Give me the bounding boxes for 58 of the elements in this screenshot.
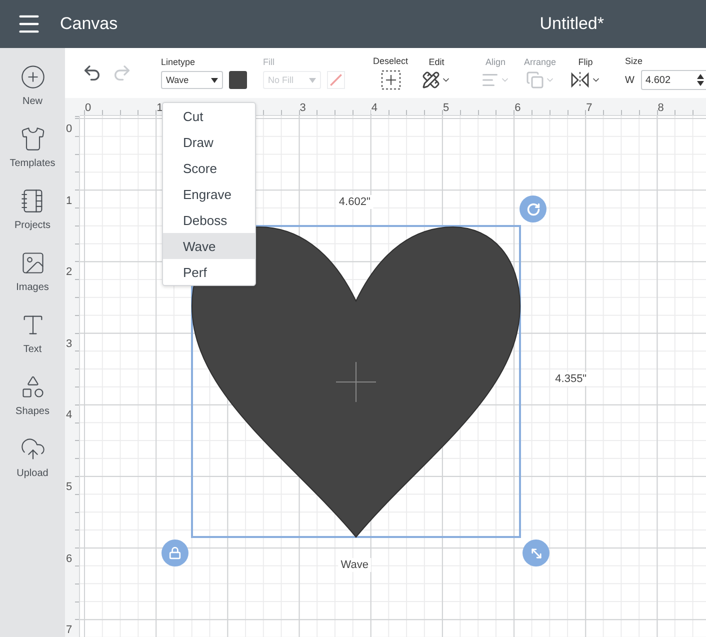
width-label: W [625,74,634,86]
toolbar-button[interactable]: Flip [570,57,602,89]
ruler-label: 6 [514,102,521,114]
caret-icon [309,78,316,82]
shirt-icon [20,126,46,152]
menu-item[interactable]: Score [163,155,255,181]
fill-label: Fill [263,57,276,67]
no-fill-icon [327,71,345,89]
caret-icon [211,78,218,82]
pencil-ruler-icon [422,71,440,89]
toolbar-button[interactable]: Deselect [373,56,408,90]
ruler-label: 0 [66,123,72,135]
document-title: Untitled* [540,14,604,34]
sidebar-item[interactable]: Projects [0,188,65,231]
app-title: Canvas [60,14,118,34]
ruler-label: 3 [300,102,306,114]
ruler-label: 3 [66,338,72,350]
ruler-label: 5 [66,480,72,493]
menu-item[interactable]: Deboss [163,207,255,233]
sidebar-item[interactable]: Upload [0,436,65,479]
plus-circle-icon [20,64,46,90]
sidebar-item[interactable]: Templates [0,126,65,169]
resize-handle[interactable] [522,540,550,566]
arrange-icon [526,71,544,89]
toolbar-button[interactable]: Edit [422,57,452,89]
sidebar-item[interactable]: Images [0,250,65,293]
align-icon [481,71,500,89]
ruler-label: 6 [66,552,72,565]
width-field[interactable]: 4.602 [640,70,706,90]
menu-item[interactable]: Engrave [163,181,255,207]
menu-item[interactable]: Perf [163,259,255,285]
linetype-select[interactable]: Wave [161,71,223,89]
sidebar-item[interactable]: New [0,64,65,107]
lock-handle[interactable] [162,540,188,566]
ruler-label: 5 [442,102,450,114]
line-color-swatch[interactable] [229,71,247,89]
menu-item[interactable]: Cut [163,103,255,129]
cloud-upload-icon [20,436,46,462]
rotate-handle[interactable] [520,196,546,222]
ruler-label: 7 [586,102,592,114]
ruler-label: 1 [156,102,163,114]
width-dimension: 4.602" [336,195,374,210]
ruler-label: 1 [66,194,72,207]
linetype-caption: Wave [338,558,372,572]
shapes-icon [20,374,46,400]
size-label: Size [625,56,644,66]
center-cross-icon [336,362,376,402]
flip-icon [570,71,590,89]
sidebar-item[interactable]: Text [0,312,65,355]
ruler-label: 8 [658,102,664,114]
image-icon [20,250,46,276]
deselect-icon [380,70,400,90]
menu-item[interactable]: Draw [163,129,255,155]
sidebar-item[interactable]: Shapes [0,374,65,417]
linetype-label: Linetype [161,57,196,67]
ruler-label: 0 [85,102,92,114]
ruler-label: 4 [371,102,378,114]
menu-item[interactable]: Wave [163,233,255,259]
